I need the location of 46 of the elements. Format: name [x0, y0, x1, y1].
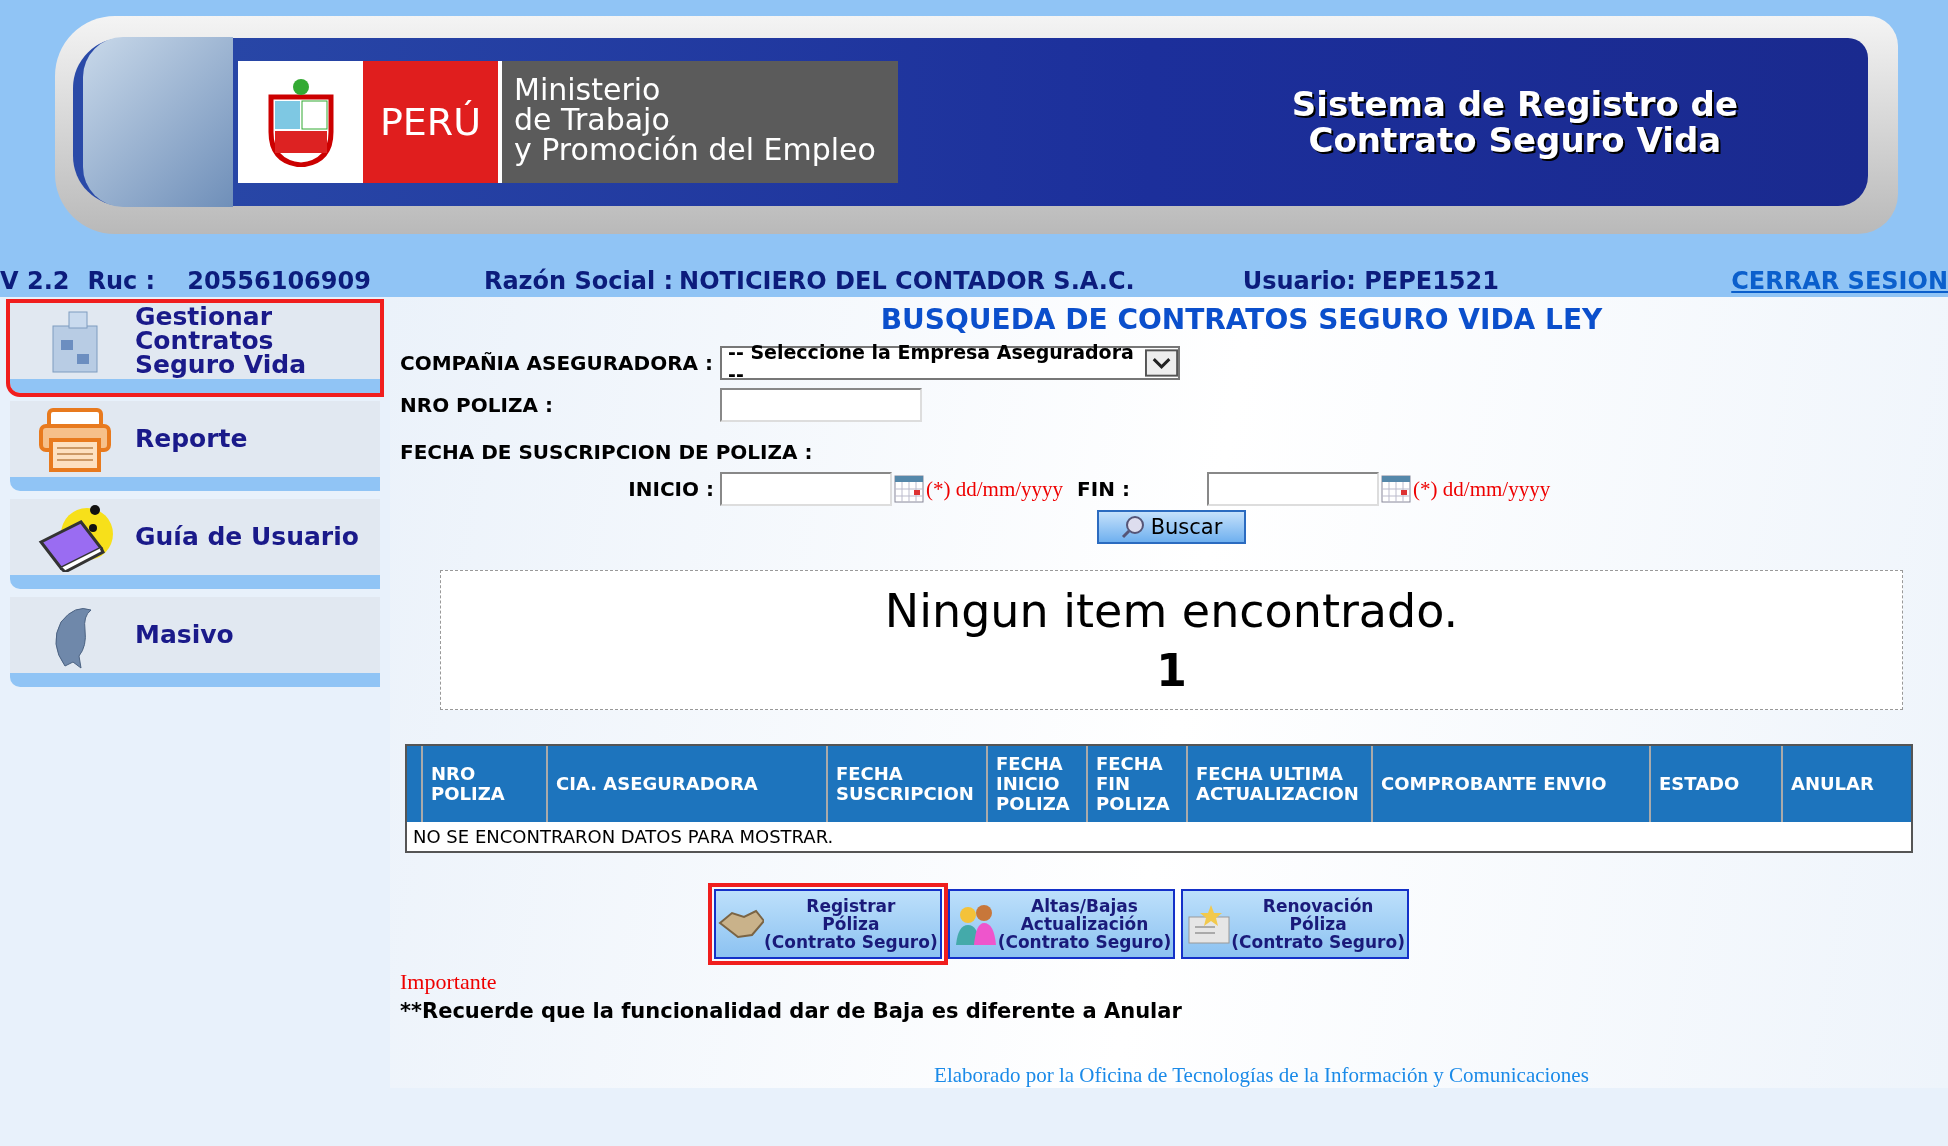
notice-title: Importante — [400, 969, 498, 995]
date-format-hint: (*) dd/mm/yyyy — [926, 476, 1064, 502]
version-label: V 2.2 — [0, 267, 70, 295]
chevron-down-icon — [1144, 349, 1178, 377]
sidebar-item[interactable]: Masivo — [10, 597, 380, 687]
ministry-name: Ministerio de Trabajo y Promoción del Empleo — [498, 61, 898, 183]
column-header: FECHA FIN POLIZA — [1086, 746, 1186, 822]
user-label: Usuario: PEPE1521 — [1242, 267, 1499, 295]
column-header: FECHA INICIO POLIZA — [986, 746, 1086, 822]
field-label: INICIO : — [627, 477, 715, 501]
end-date-input[interactable] — [1207, 472, 1380, 506]
system-title: Sistema de Registro de Contrato Seguro Vida — [1291, 86, 1738, 158]
company-label: Razón Social : — [483, 267, 674, 295]
column-header: FECHA SUSCRIPCION — [826, 746, 986, 822]
field-label: NRO POLIZA : — [400, 393, 554, 417]
column-header: ESTADO — [1649, 746, 1781, 822]
column-header: COMPROBANTE ENVIO — [1371, 746, 1649, 822]
footer-text: Elaborado por la Oficina de Tecnologías de la Información y Comunicaciones — [933, 1063, 1590, 1088]
calendar-icon[interactable] — [894, 475, 924, 503]
action-button[interactable]: Altas/Bajas Actualización (Contrato Seguro) — [947, 889, 1176, 959]
sidebar-item[interactable]: Guía de Usuario — [10, 499, 380, 589]
action-button[interactable]: Renovación Póliza (Contrato Seguro) — [1181, 889, 1409, 959]
date-format-hint: (*) dd/mm/yyyy — [1413, 476, 1551, 502]
empty-message: Ningun item encontrado. — [883, 583, 1460, 640]
page-number[interactable]: 1 — [441, 641, 1902, 701]
company-name: NOTICIERO DEL CONTADOR S.A.C. — [679, 267, 1135, 295]
field-label: FIN : — [1077, 477, 1131, 501]
search-icon — [1120, 515, 1147, 539]
company-dropdown[interactable]: -- Seleccione la Empresa Aseguradora -- — [720, 346, 1180, 380]
start-date-input[interactable] — [720, 472, 892, 506]
notice-text: **Recuerde que la funcionalidad dar de Baja es diferente a Anular — [400, 999, 1183, 1023]
field-label: COMPAÑIA ASEGURADORA : — [400, 351, 715, 375]
country-label: PERÚ — [363, 61, 498, 183]
column-header: FECHA ULTIMA ACTUALIZACION — [1186, 746, 1371, 822]
calendar-icon[interactable] — [1381, 475, 1412, 503]
sidebar-item[interactable]: Reporte — [10, 401, 380, 491]
ruc-label: Ruc : — [87, 267, 156, 295]
search-button[interactable]: Buscar — [1096, 510, 1247, 544]
page-title: BUSQUEDA DE CONTRATOS SEGURO VIDA LEY — [879, 303, 1604, 336]
empty-table-message: NO SE ENCONTRARON DATOS PARA MOSTRAR. — [412, 825, 835, 849]
ruc-value: 20556106909 — [187, 267, 371, 295]
column-header: CIA. ASEGURADORA — [546, 746, 826, 822]
column-header: NRO POLIZA — [421, 746, 546, 822]
section-label: FECHA DE SUSCRIPCION DE POLIZA : — [400, 440, 814, 464]
column-header: ANULAR — [1781, 746, 1911, 822]
policy-input[interactable] — [720, 388, 922, 422]
